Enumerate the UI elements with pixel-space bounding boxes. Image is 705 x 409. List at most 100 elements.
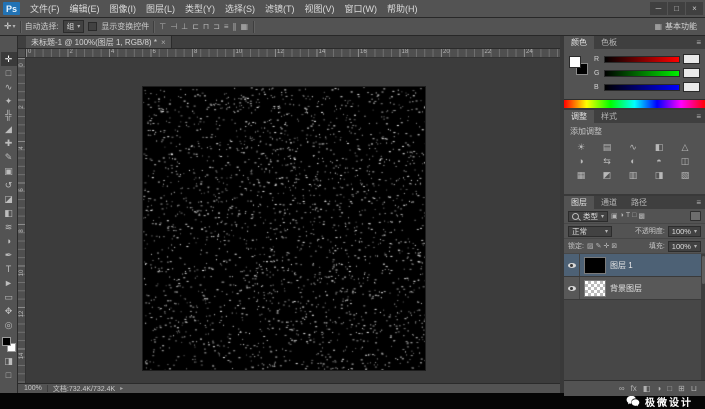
layer-filter-toggle[interactable] [690, 211, 701, 221]
blue-channel-slider[interactable] [604, 84, 680, 91]
eyedropper-tool[interactable]: ◢ [1, 122, 17, 136]
black-white-icon[interactable]: ◐ [620, 154, 646, 168]
gradient-map-icon[interactable]: ▧ [672, 168, 698, 182]
tab-color[interactable]: 颜色 [564, 36, 594, 49]
exposure-icon[interactable]: ◧ [646, 140, 672, 154]
minimize-button[interactable]: ─ [650, 2, 667, 15]
menu-item[interactable]: 滤镜(T) [260, 0, 300, 17]
lasso-tool[interactable]: ∿ [1, 80, 17, 94]
document-tab[interactable]: 未标题-1 @ 100%(图层 1, RGB/8) * × [26, 36, 172, 48]
menu-item[interactable]: 编辑(E) [65, 0, 105, 17]
dodge-tool[interactable]: ◑ [1, 234, 17, 248]
menu-item[interactable]: 选择(S) [220, 0, 260, 17]
scrollbar-thumb[interactable] [702, 256, 705, 284]
menu-item[interactable]: 图层(L) [141, 0, 180, 17]
menu-item[interactable]: 窗口(W) [340, 0, 383, 17]
align-right-edges-icon[interactable]: ⊐ [212, 22, 221, 31]
tool-preset-button[interactable]: ✛ ▾ [4, 21, 16, 32]
show-transform-checkbox[interactable] [88, 22, 97, 31]
marquee-tool[interactable]: □ [1, 66, 17, 80]
lock-image-pixels-icon[interactable]: ✎ [596, 242, 602, 250]
status-arrow-icon[interactable]: ▸ [120, 385, 123, 392]
clone-stamp-tool[interactable]: ▣ [1, 164, 17, 178]
menu-item[interactable]: 视图(V) [300, 0, 340, 17]
photo-filter-icon[interactable]: ◓ [646, 154, 672, 168]
new-adjustment-layer-icon[interactable]: ◑ [656, 381, 661, 396]
tab-close-icon[interactable]: × [161, 38, 166, 47]
new-group-icon[interactable]: □ [667, 381, 672, 396]
pen-tool[interactable]: ✒ [1, 248, 17, 262]
green-channel-value-input[interactable] [683, 68, 700, 78]
blend-mode-dropdown[interactable]: 正常 ▾ [568, 226, 612, 237]
tab-swatches[interactable]: 色板 [594, 36, 624, 49]
green-channel-slider[interactable] [604, 70, 680, 77]
filter-type-layers-icon[interactable]: T [626, 212, 630, 220]
lock-position-icon[interactable]: ✛ [603, 242, 609, 250]
align-horizontal-centers-icon[interactable]: ⊓ [202, 22, 210, 31]
tab-layers[interactable]: 图层 [564, 196, 594, 209]
layers-scrollbar[interactable] [701, 254, 705, 380]
add-layer-mask-icon[interactable]: ◧ [643, 381, 651, 396]
layer-visibility-toggle[interactable] [564, 277, 580, 299]
filter-shape-layers-icon[interactable]: □ [632, 212, 636, 220]
filter-pixel-layers-icon[interactable]: ▣ [611, 212, 618, 220]
blue-channel-value-input[interactable] [683, 82, 700, 92]
opacity-dropdown[interactable]: 100% ▾ [668, 226, 701, 237]
color-swatches[interactable] [569, 56, 589, 76]
red-channel-slider[interactable] [604, 56, 680, 63]
screen-mode-icon[interactable]: □ [1, 368, 17, 382]
color-lookup-icon[interactable]: ▦ [568, 168, 594, 182]
path-selection-tool[interactable]: ► [1, 276, 17, 290]
layer-filter-dropdown[interactable]: 类型 ▾ [568, 211, 608, 222]
menu-item[interactable]: 文件(F) [25, 0, 65, 17]
brightness-contrast-icon[interactable]: ☀ [568, 140, 594, 154]
align-bottom-edges-icon[interactable]: ⊥ [180, 22, 189, 31]
delete-layer-icon[interactable]: ⊔ [691, 381, 697, 396]
panel-menu-icon[interactable]: ≡ [692, 196, 705, 209]
threshold-icon[interactable]: ◨ [646, 168, 672, 182]
close-button[interactable]: × [686, 2, 703, 15]
zoom-level-field[interactable]: 100% [24, 385, 42, 392]
link-layers-icon[interactable]: ∞ [619, 381, 625, 396]
hue-saturation-icon[interactable]: ◑ [568, 154, 594, 168]
filter-smart-objects-icon[interactable]: ▩ [638, 212, 645, 220]
layer-row-background[interactable]: 背景图层 [564, 277, 705, 300]
auto-align-icon[interactable]: ▦ [240, 22, 250, 31]
crop-tool[interactable]: ╬ [1, 108, 17, 122]
rectangle-tool[interactable]: ▭ [1, 290, 17, 304]
fill-dropdown[interactable]: 100% ▾ [668, 241, 701, 252]
curves-icon[interactable]: ∿ [620, 140, 646, 154]
type-tool[interactable]: T [1, 262, 17, 276]
maximize-button[interactable]: □ [668, 2, 685, 15]
foreground-color-swatch[interactable] [2, 337, 11, 346]
layer-thumbnail[interactable] [585, 258, 605, 273]
menu-item[interactable]: 图像(I) [105, 0, 142, 17]
channel-mixer-icon[interactable]: ◫ [672, 154, 698, 168]
zoom-tool[interactable]: ◎ [1, 318, 17, 332]
color-balance-icon[interactable]: ⇆ [594, 154, 620, 168]
posterize-icon[interactable]: ▥ [620, 168, 646, 182]
tab-styles[interactable]: 样式 [594, 110, 624, 123]
menu-item[interactable]: 类型(Y) [180, 0, 220, 17]
layer-visibility-toggle[interactable] [564, 254, 580, 276]
tab-paths[interactable]: 路径 [624, 196, 654, 209]
foreground-background-swatches[interactable] [2, 337, 16, 352]
color-spectrum-ramp[interactable] [564, 99, 705, 108]
history-brush-tool[interactable]: ↺ [1, 178, 17, 192]
lock-all-icon[interactable]: ⊠ [611, 242, 617, 250]
tab-adjustments[interactable]: 调整 [564, 110, 594, 123]
align-vertical-centers-icon[interactable]: ⊣ [169, 22, 178, 31]
new-layer-icon[interactable]: ⊞ [678, 381, 685, 396]
distribute-horizontal-icon[interactable]: ∥ [232, 22, 238, 31]
layer-row-layer-1[interactable]: 图层 1 [564, 254, 705, 277]
workspace-switcher[interactable]: ▦ 基本功能 [654, 21, 701, 32]
vibrance-icon[interactable]: △ [672, 140, 698, 154]
align-top-edges-icon[interactable]: ⊤ [158, 22, 167, 31]
brush-tool[interactable]: ✎ [1, 150, 17, 164]
hand-tool[interactable]: ✥ [1, 304, 17, 318]
distribute-vertical-icon[interactable]: ≡ [223, 22, 230, 31]
quick-mask-icon[interactable]: ◨ [1, 354, 17, 368]
blur-tool[interactable]: ≋ [1, 220, 17, 234]
layer-effects-icon[interactable]: fx [631, 381, 637, 396]
lock-transparent-pixels-icon[interactable]: ▨ [587, 242, 594, 250]
